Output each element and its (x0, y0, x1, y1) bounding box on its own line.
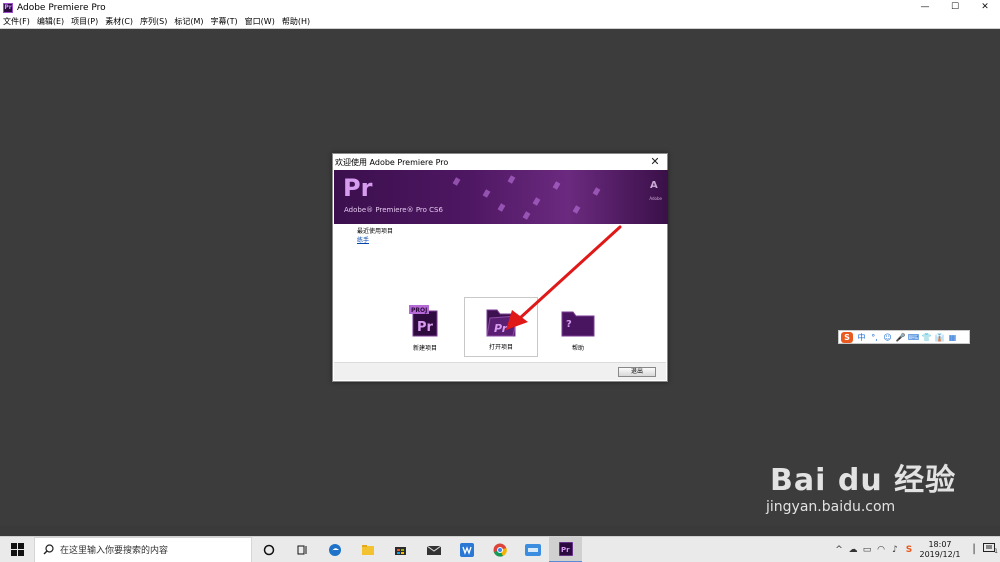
maximize-button[interactable]: ☐ (940, 0, 970, 15)
decor-petal (592, 187, 601, 196)
dialog-title: 欢迎使用 Adobe Premiere Pro (333, 154, 667, 170)
title-bar: Pr Adobe Premiere Pro — ☐ ✕ (0, 0, 1000, 15)
menu-help[interactable]: 帮助(H) (282, 16, 310, 27)
menu-window[interactable]: 窗口(W) (245, 16, 275, 27)
product-name: Adobe® Premiere® Pro CS6 (344, 206, 443, 214)
help-button[interactable]: ? 帮助 (541, 297, 615, 357)
premiere-banner: Pr Adobe® Premiere® Pro CS6 A Adobe (334, 170, 668, 224)
edge-icon[interactable] (318, 537, 351, 562)
show-hidden-icons-icon[interactable]: ^ (832, 545, 846, 555)
ime-skin-icon[interactable]: 👕 (920, 333, 933, 342)
recent-projects-label: 最近使用项目 (357, 228, 394, 235)
ime-keyboard-icon[interactable]: ⌨ (907, 333, 920, 342)
close-window-button[interactable]: ✕ (970, 0, 1000, 15)
ime-toolbar: S 中 °, ☺ 🎤 ⌨ 👕 👔 ▦ (838, 330, 970, 344)
new-pr-glyph: Pr (417, 320, 434, 335)
store-icon[interactable] (384, 537, 417, 562)
watermark-url: jingyan.baidu.com (766, 499, 896, 515)
clock-date: 2019/12/1 (919, 550, 961, 559)
menu-edit[interactable]: 编辑(E) (37, 16, 64, 27)
premiere-icon[interactable]: Pr (549, 536, 582, 562)
ime-toolbox-icon[interactable]: ▦ (946, 333, 959, 342)
chrome-icon[interactable] (483, 537, 516, 562)
window-controls: — ☐ ✕ (910, 0, 1000, 15)
decor-petal (552, 181, 561, 190)
dialog-footer: 退出 (334, 362, 666, 380)
menu-clip[interactable]: 素材(C) (105, 16, 133, 27)
help-icon: ? (561, 311, 595, 337)
help-label: 帮助 (571, 345, 584, 352)
decor-petal (507, 175, 516, 184)
cortana-icon[interactable] (252, 537, 285, 562)
notification-center-icon[interactable]: 1 (978, 543, 1000, 557)
premiere-app-icon: Pr (3, 2, 13, 13)
dialog-close-icon[interactable]: ✕ (649, 155, 661, 168)
open-project-button[interactable]: Pr 打开项目 (464, 297, 538, 357)
decor-petal (452, 177, 461, 186)
open-project-label: 打开项目 (488, 344, 513, 351)
windows-logo-icon (10, 543, 24, 556)
window-title: Adobe Premiere Pro (17, 2, 106, 13)
sogou-logo-icon[interactable]: S (841, 331, 853, 343)
baidu-watermark: Bai du 经验 jingyan.baidu.com (766, 455, 957, 515)
task-view-icon[interactable] (285, 537, 318, 562)
start-button[interactable] (0, 537, 34, 562)
decor-petal (497, 203, 506, 212)
ime-tray-icon[interactable]: S (902, 545, 916, 555)
exit-button[interactable]: 退出 (618, 367, 656, 377)
svg-text:Pr: Pr (561, 546, 570, 554)
onedrive-icon[interactable]: ☁ (846, 545, 860, 555)
menu-bar: 文件(F) 编辑(E) 项目(P) 素材(C) 序列(S) 标记(M) 字幕(T… (0, 15, 1000, 29)
notification-count: 1 (994, 548, 998, 555)
adobe-wordmark: Adobe (649, 196, 662, 201)
taskbar: 在这里输入你要搜索的内容 Pr ^ ☁ ▭ ◠ ♪ S 18:07 2019/1… (0, 536, 1000, 562)
minimize-button[interactable]: — (910, 0, 940, 15)
taskbar-search[interactable]: 在这里输入你要搜索的内容 (34, 536, 252, 562)
ime-emoji-icon[interactable]: ☺ (881, 333, 894, 342)
system-tray: ^ ☁ ▭ ◠ ♪ S 18:07 2019/12/1 ▕ 1 (832, 537, 1000, 562)
welcome-dialog: 欢迎使用 Adobe Premiere Pro ✕ Pr Adobe® Prem… (332, 153, 668, 382)
file-explorer-icon[interactable] (351, 537, 384, 562)
wifi-icon[interactable]: ◠ (874, 545, 888, 555)
ime-chinese-mode[interactable]: 中 (855, 332, 868, 343)
ime-voice-icon[interactable]: 🎤 (894, 333, 907, 342)
pr-logo: Pr (343, 174, 373, 202)
volume-icon[interactable]: ♪ (888, 545, 902, 555)
menu-marker[interactable]: 标记(M) (174, 16, 203, 27)
network-icon[interactable]: ▭ (860, 545, 874, 555)
clock[interactable]: 18:07 2019/12/1 (916, 540, 964, 560)
clock-time: 18:07 (928, 540, 952, 549)
new-project-icon: PROJ Pr (409, 305, 438, 337)
ime-punctuation-icon[interactable]: °, (868, 333, 881, 342)
decor-petal (522, 211, 531, 220)
watermark-brand: Bai du 经验 (770, 463, 957, 498)
open-project-icon: Pr (486, 309, 518, 337)
decor-petal (572, 205, 581, 214)
new-project-button[interactable]: PROJ Pr 新建项目 (388, 297, 462, 357)
search-placeholder: 在这里输入你要搜索的内容 (60, 546, 169, 556)
new-project-label: 新建项目 (412, 345, 437, 352)
decor-petal (482, 189, 491, 198)
adobe-logo-icon: A (650, 180, 658, 191)
menu-project[interactable]: 项目(P) (71, 16, 98, 27)
mail-icon[interactable] (417, 537, 450, 562)
menu-sequence[interactable]: 序列(S) (140, 16, 167, 27)
proj-badge: PROJ (411, 307, 427, 314)
show-desktop-icon[interactable]: ▕ (964, 545, 978, 555)
search-icon (43, 544, 54, 555)
help-glyph: ? (566, 319, 572, 330)
ime-shirt-icon[interactable]: 👔 (933, 333, 946, 342)
recent-project-link[interactable]: 练手 (357, 235, 369, 244)
ime-app-icon[interactable] (516, 537, 549, 562)
open-pr-glyph: Pr (494, 322, 508, 335)
wps-icon[interactable] (450, 537, 483, 562)
menu-file[interactable]: 文件(F) (3, 16, 30, 27)
menu-title[interactable]: 字幕(T) (211, 16, 238, 27)
decor-petal (532, 197, 541, 206)
